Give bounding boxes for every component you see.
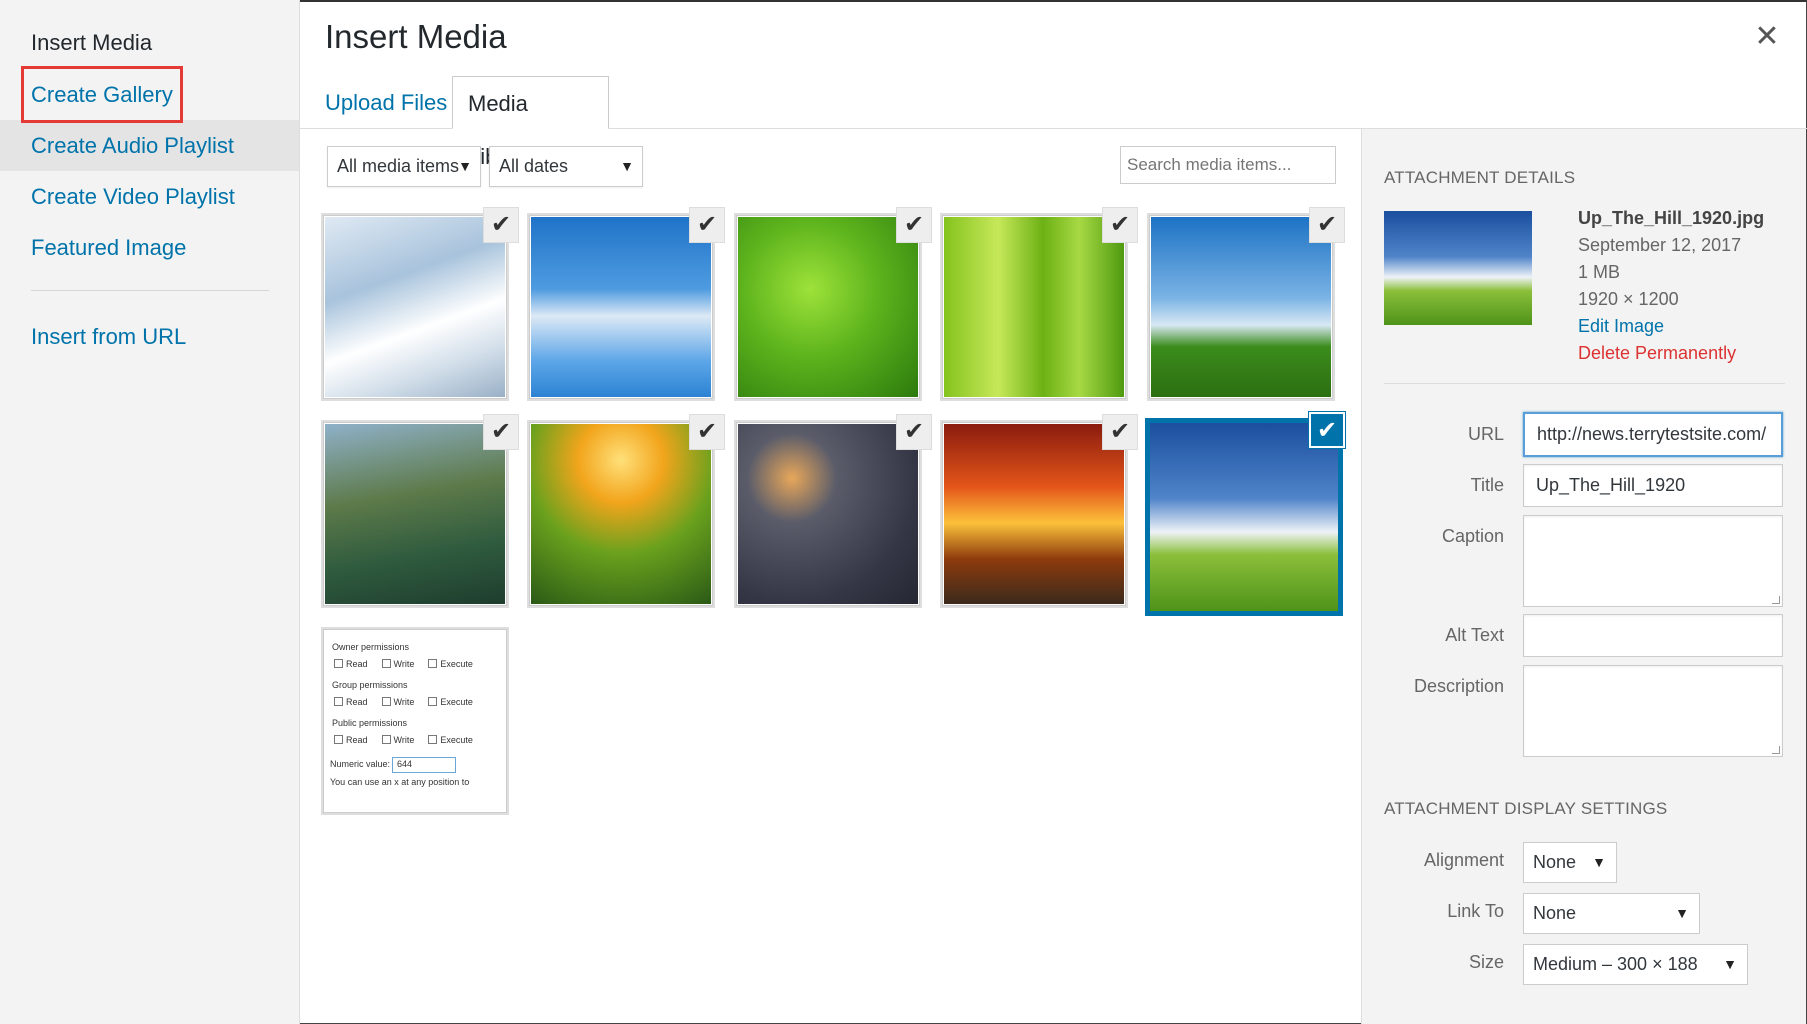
checkmark-icon[interactable]: ✔ bbox=[1102, 207, 1138, 243]
checkmark-icon[interactable]: ✔ bbox=[483, 414, 519, 450]
page-title: Insert Media bbox=[325, 18, 507, 55]
perm-read: Read bbox=[346, 697, 368, 707]
checkmark-icon[interactable]: ✔ bbox=[1102, 414, 1138, 450]
checkmark-icon[interactable]: ✔ bbox=[896, 414, 932, 450]
menu-item-create-video-playlist[interactable]: Create Video Playlist bbox=[0, 171, 299, 222]
perm-owner-heading: Owner permissions bbox=[332, 642, 410, 652]
description-field[interactable] bbox=[1523, 665, 1783, 757]
menu-item-create-audio-playlist[interactable]: Create Audio Playlist bbox=[0, 120, 299, 171]
media-item-sunlit-forest[interactable] bbox=[527, 420, 715, 608]
thumbnail-image bbox=[325, 424, 505, 604]
attachment-thumbnail bbox=[1384, 211, 1532, 325]
highlight-annotation-box bbox=[21, 66, 183, 123]
attachment-date: September 12, 2017 bbox=[1578, 235, 1742, 255]
media-item-snowy-trees[interactable] bbox=[321, 213, 509, 401]
perm-numeric-label: Numeric value: bbox=[330, 759, 391, 769]
perm-note: You can use an x at any position to bbox=[330, 777, 470, 787]
edit-image-link[interactable]: Edit Image bbox=[1578, 316, 1664, 337]
checkmark-icon[interactable]: ✔ bbox=[483, 207, 519, 243]
thumbnail-image bbox=[531, 217, 711, 397]
date-filter[interactable]: All dates ▼ bbox=[489, 146, 643, 187]
thumbnail-image bbox=[1150, 423, 1338, 611]
url-label: URL bbox=[1467, 424, 1504, 444]
perm-execute: Execute bbox=[440, 735, 473, 745]
description-label: Description bbox=[1413, 676, 1504, 696]
sidebar-separator bbox=[1384, 383, 1785, 384]
tab-media-library[interactable]: Media Library bbox=[452, 76, 609, 169]
attachment-filename: Up_The_Hill_1920.jpg bbox=[1578, 208, 1765, 228]
alignment-select[interactable]: None ▼ bbox=[1523, 842, 1617, 883]
chevron-down-icon: ▼ bbox=[620, 158, 634, 174]
checkmark-icon[interactable]: ✔ bbox=[1309, 412, 1345, 448]
tab-upload-files[interactable]: Upload Files bbox=[310, 76, 462, 129]
resize-handle-icon[interactable] bbox=[1772, 746, 1780, 754]
thumbnail-image bbox=[944, 217, 1124, 397]
date-filter-value: All dates bbox=[499, 156, 569, 176]
menu-title: Insert Media bbox=[31, 30, 153, 55]
media-item-balloon-tree[interactable] bbox=[1147, 213, 1335, 401]
attachment-dimensions: 1920 × 1200 bbox=[1578, 289, 1679, 309]
thumbnail-image bbox=[325, 217, 505, 397]
size-select[interactable]: Medium – 300 × 188 ▼ bbox=[1523, 944, 1748, 985]
perm-read: Read bbox=[346, 735, 368, 745]
media-item-bokeh-lights[interactable] bbox=[734, 420, 922, 608]
thumbnail-image bbox=[738, 424, 918, 604]
chevron-down-icon: ▼ bbox=[1723, 956, 1737, 972]
title-field[interactable]: Up_The_Hill_1920 bbox=[1523, 464, 1783, 507]
alt-text-label: Alt Text bbox=[1445, 625, 1504, 645]
media-item-green-stripes[interactable] bbox=[940, 213, 1128, 401]
perm-numeric-value: 644 bbox=[392, 757, 457, 773]
media-item-sunset[interactable] bbox=[940, 420, 1128, 608]
perm-public-heading: Public permissions bbox=[332, 718, 408, 728]
media-item-permissions-screenshot[interactable]: Owner permissions Read Write Execute Group… bbox=[321, 627, 509, 815]
perm-write: Write bbox=[393, 697, 415, 707]
media-item-icicles[interactable] bbox=[527, 213, 715, 401]
alignment-label: Alignment bbox=[1423, 850, 1504, 870]
close-icon[interactable]: ✕ bbox=[1752, 22, 1782, 52]
chevron-down-icon: ▼ bbox=[458, 158, 472, 174]
url-field[interactable]: http://news.terrytestsite.com/ bbox=[1523, 412, 1783, 457]
caption-field[interactable] bbox=[1523, 515, 1783, 607]
search-input[interactable] bbox=[1120, 146, 1336, 184]
link-to-select[interactable]: None ▼ bbox=[1523, 893, 1700, 934]
media-item-mountain[interactable] bbox=[321, 420, 509, 608]
size-label: Size bbox=[1468, 952, 1504, 972]
thumbnail-image bbox=[738, 217, 918, 397]
link-to-value: None bbox=[1533, 903, 1577, 923]
alt-text-field[interactable] bbox=[1523, 614, 1783, 657]
chevron-down-icon: ▼ bbox=[1675, 905, 1689, 921]
perm-group-heading: Group permissions bbox=[332, 680, 408, 690]
caption-label: Caption bbox=[1441, 526, 1504, 546]
attachment-filesize: 1 MB bbox=[1578, 262, 1621, 282]
menu-item-insert-from-url[interactable]: Insert from URL bbox=[0, 311, 299, 362]
thumbnail-image bbox=[944, 424, 1124, 604]
display-settings-heading: ATTACHMENT DISPLAY SETTINGS bbox=[1384, 799, 1668, 818]
checkmark-icon[interactable]: ✔ bbox=[1309, 207, 1345, 243]
thumbnail-image bbox=[1151, 217, 1331, 397]
perm-write: Write bbox=[393, 735, 415, 745]
media-item-leaf-drops[interactable] bbox=[734, 213, 922, 401]
checkmark-icon[interactable]: ✔ bbox=[689, 207, 725, 243]
thumbnail-image: Owner permissions Read Write Execute Group… bbox=[325, 631, 505, 811]
menu-item-featured-image[interactable]: Featured Image bbox=[0, 222, 299, 273]
media-router-menu: Insert Media Create Gallery Create Audio… bbox=[0, 0, 300, 1024]
perm-execute: Execute bbox=[440, 659, 473, 669]
chevron-down-icon: ▼ bbox=[1592, 854, 1606, 870]
size-value: Medium – 300 × 188 bbox=[1533, 954, 1698, 974]
perm-execute: Execute bbox=[440, 697, 473, 707]
alignment-value: None bbox=[1533, 852, 1577, 872]
media-type-filter[interactable]: All media items ▼ bbox=[327, 146, 481, 187]
delete-permanently-link[interactable]: Delete Permanently bbox=[1578, 343, 1736, 364]
checkmark-icon[interactable]: ✔ bbox=[896, 207, 932, 243]
perm-write: Write bbox=[393, 659, 415, 669]
attachment-details-heading: ATTACHMENT DETAILS bbox=[1384, 168, 1576, 187]
thumbnail-image bbox=[531, 424, 711, 604]
resize-handle-icon[interactable] bbox=[1772, 596, 1780, 604]
link-to-label: Link To bbox=[1447, 901, 1504, 921]
title-label: Title bbox=[1470, 475, 1504, 495]
checkmark-icon[interactable]: ✔ bbox=[689, 414, 725, 450]
perm-read: Read bbox=[346, 659, 368, 669]
menu-separator bbox=[31, 290, 269, 291]
media-type-filter-value: All media items bbox=[337, 156, 460, 176]
